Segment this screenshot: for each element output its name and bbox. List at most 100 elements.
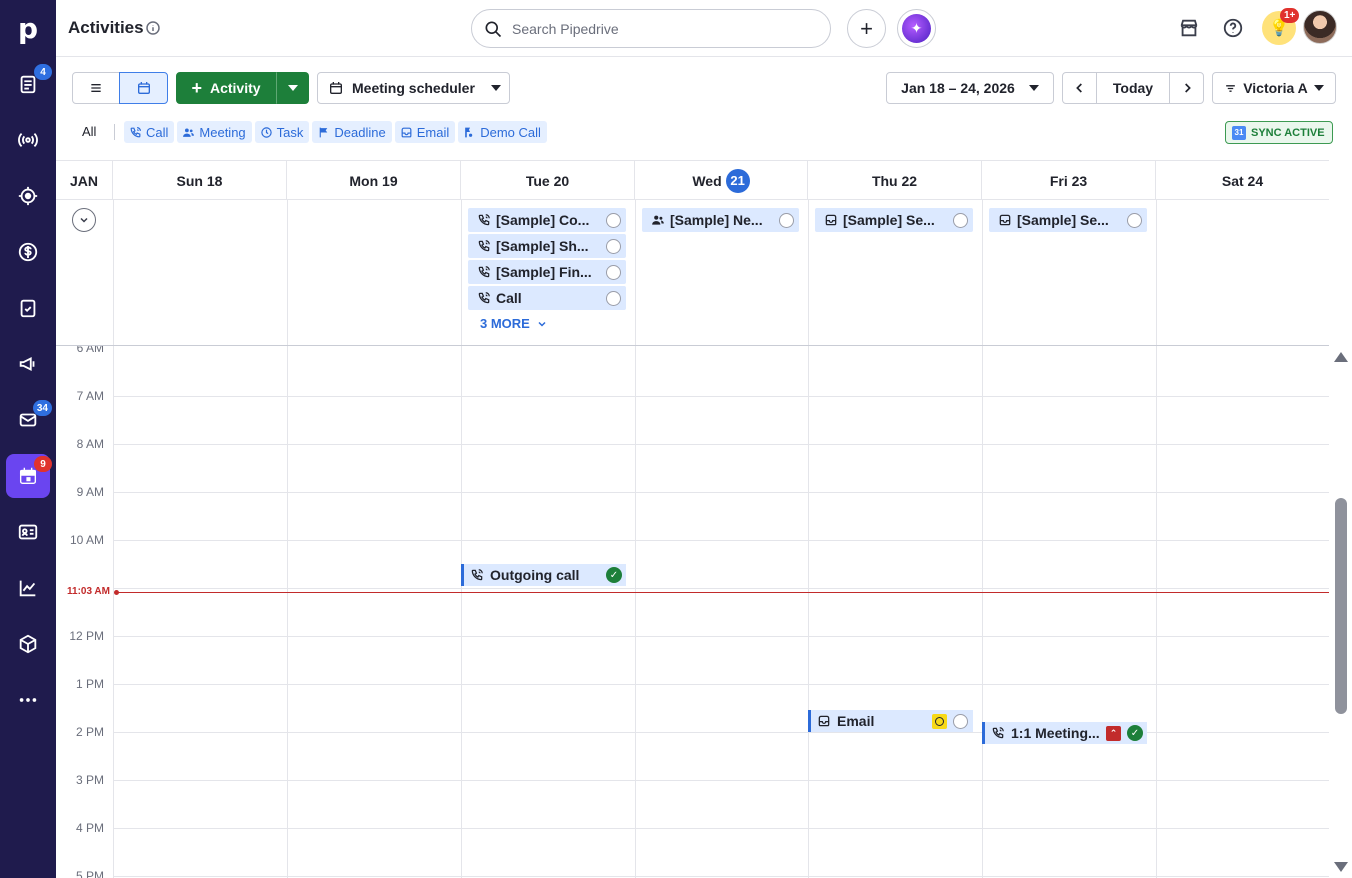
add-activity-dropdown[interactable] bbox=[276, 72, 309, 104]
collapse-all-day-button[interactable] bbox=[72, 208, 96, 232]
done-check-icon[interactable]: ✓ bbox=[1127, 725, 1143, 741]
add-activity-label: Activity bbox=[209, 80, 261, 96]
scrollbar-thumb[interactable] bbox=[1335, 498, 1347, 714]
day-header-thu[interactable]: Thu 22 bbox=[808, 161, 982, 200]
google-calendar-icon: 31 bbox=[1232, 125, 1246, 140]
column-divider bbox=[808, 346, 809, 878]
all-day-event[interactable]: Call bbox=[468, 286, 626, 310]
phone-icon bbox=[478, 266, 490, 278]
timed-event[interactable]: Outgoing call ✓ bbox=[461, 564, 626, 586]
calendar-sync-status[interactable]: 31 SYNC ACTIVE bbox=[1225, 121, 1333, 144]
left-nav-rail: p 4 34 9 bbox=[0, 0, 56, 878]
nav-mail[interactable]: 34 bbox=[0, 398, 56, 442]
show-more-events-link[interactable]: 3 MORE bbox=[480, 316, 548, 331]
day-header-fri[interactable]: Fri 23 bbox=[982, 161, 1156, 200]
nav-leads[interactable]: 4 bbox=[0, 62, 56, 106]
done-check-icon[interactable]: ✓ bbox=[606, 567, 622, 583]
nav-deals[interactable] bbox=[0, 118, 56, 162]
column-divider bbox=[1156, 346, 1157, 878]
all-day-event[interactable]: [Sample] Fin... bbox=[468, 260, 626, 284]
phone-icon bbox=[478, 292, 490, 304]
nav-products[interactable] bbox=[0, 622, 56, 666]
filter-chip-call[interactable]: Call bbox=[124, 121, 175, 143]
all-day-event[interactable]: [Sample] Se... bbox=[815, 208, 973, 232]
info-icon[interactable] bbox=[144, 19, 162, 37]
nav-insights[interactable] bbox=[0, 566, 56, 610]
column-divider bbox=[635, 200, 636, 345]
mark-done-checkbox[interactable] bbox=[953, 713, 968, 729]
day-label: Tue 20 bbox=[525, 172, 570, 189]
ai-assistant-button[interactable]: ✦ bbox=[897, 9, 936, 48]
next-week-button[interactable] bbox=[1169, 72, 1204, 104]
calendar-view-button[interactable] bbox=[119, 72, 168, 104]
mark-done-checkbox[interactable] bbox=[1127, 212, 1142, 228]
hour-label: 9 AM bbox=[76, 485, 104, 499]
day-header-wed[interactable]: Wed 21 bbox=[635, 161, 808, 200]
search-input[interactable]: Search Pipedrive bbox=[471, 9, 831, 48]
day-header-sun[interactable]: Sun 18 bbox=[113, 161, 287, 200]
date-range-picker[interactable]: Jan 18 – 24, 2026 bbox=[886, 72, 1054, 104]
all-day-event[interactable]: [Sample] Sh... bbox=[468, 234, 626, 258]
column-divider bbox=[287, 200, 288, 345]
nav-sales[interactable] bbox=[0, 230, 56, 274]
user-avatar[interactable] bbox=[1303, 10, 1337, 44]
page-title: Activities bbox=[68, 18, 144, 37]
timed-event[interactable]: 1:1 Meeting... ⌃ ✓ bbox=[982, 722, 1147, 744]
column-divider bbox=[982, 200, 983, 345]
current-time-label: 11:03 AM bbox=[67, 586, 110, 597]
megaphone-icon bbox=[19, 357, 35, 371]
day-header-mon[interactable]: Mon 19 bbox=[287, 161, 461, 200]
mark-done-checkbox[interactable] bbox=[606, 264, 621, 280]
quick-add-button[interactable]: + bbox=[847, 9, 886, 48]
nav-tasks[interactable] bbox=[0, 286, 56, 330]
help-icon[interactable] bbox=[1222, 17, 1244, 39]
owner-filter-button[interactable]: Victoria A bbox=[1212, 72, 1336, 104]
all-day-event[interactable]: [Sample] Co... bbox=[468, 208, 626, 232]
list-view-button[interactable] bbox=[72, 72, 120, 104]
timed-event[interactable]: Email bbox=[808, 710, 973, 732]
previous-week-button[interactable] bbox=[1062, 72, 1097, 104]
nav-activities[interactable]: 9 bbox=[6, 454, 52, 498]
filter-chip-email[interactable]: Email bbox=[394, 121, 456, 143]
filter-chip-label: Email bbox=[416, 124, 450, 140]
mark-done-checkbox[interactable] bbox=[606, 212, 621, 228]
hour-line bbox=[113, 780, 1329, 781]
pipedrive-logo[interactable]: p bbox=[0, 8, 56, 48]
today-button[interactable]: Today bbox=[1096, 72, 1170, 104]
mark-done-checkbox[interactable] bbox=[606, 238, 621, 254]
hour-line bbox=[113, 396, 1329, 397]
column-divider bbox=[287, 346, 288, 878]
day-header-tue[interactable]: Tue 20 bbox=[461, 161, 635, 200]
scroll-up-arrow-icon[interactable] bbox=[1334, 352, 1348, 362]
calendar-icon bbox=[137, 82, 150, 94]
caret-down-icon bbox=[1313, 85, 1324, 91]
calendar-icon bbox=[330, 82, 342, 94]
contact-card-icon bbox=[18, 524, 38, 540]
all-day-event[interactable]: [Sample] Ne... bbox=[642, 208, 799, 232]
nav-projects[interactable] bbox=[0, 174, 56, 218]
nav-contacts[interactable] bbox=[0, 510, 56, 554]
nav-campaigns[interactable] bbox=[0, 342, 56, 386]
add-activity-button[interactable]: + Activity bbox=[176, 72, 276, 104]
filter-all[interactable]: All bbox=[82, 124, 96, 139]
filter-chip-meeting[interactable]: Meeting bbox=[177, 121, 252, 143]
nav-more[interactable] bbox=[0, 678, 56, 722]
all-day-event[interactable]: [Sample] Se... bbox=[989, 208, 1147, 232]
filter-chip-demo-call[interactable]: Demo Call bbox=[458, 121, 547, 143]
mark-done-checkbox[interactable] bbox=[953, 212, 968, 228]
dollar-icon bbox=[18, 242, 38, 262]
meeting-scheduler-button[interactable]: Meeting scheduler bbox=[317, 72, 510, 104]
scroll-down-arrow-icon[interactable] bbox=[1334, 862, 1348, 872]
filter-chip-deadline[interactable]: Deadline bbox=[312, 121, 392, 143]
hour-line bbox=[113, 588, 1329, 589]
hour-label: 7 AM bbox=[76, 389, 104, 403]
day-header-sat[interactable]: Sat 24 bbox=[1156, 161, 1329, 200]
filter-chip-task[interactable]: Task bbox=[254, 121, 310, 143]
mark-done-checkbox[interactable] bbox=[606, 290, 621, 306]
mark-done-checkbox[interactable] bbox=[779, 212, 794, 228]
marketplace-icon[interactable] bbox=[1178, 17, 1200, 39]
sparkle-icon: ✦ bbox=[902, 14, 931, 43]
filter-chip-label: Deadline bbox=[334, 124, 386, 140]
inbox-icon bbox=[825, 214, 837, 226]
chevron-left-icon bbox=[1075, 83, 1082, 93]
